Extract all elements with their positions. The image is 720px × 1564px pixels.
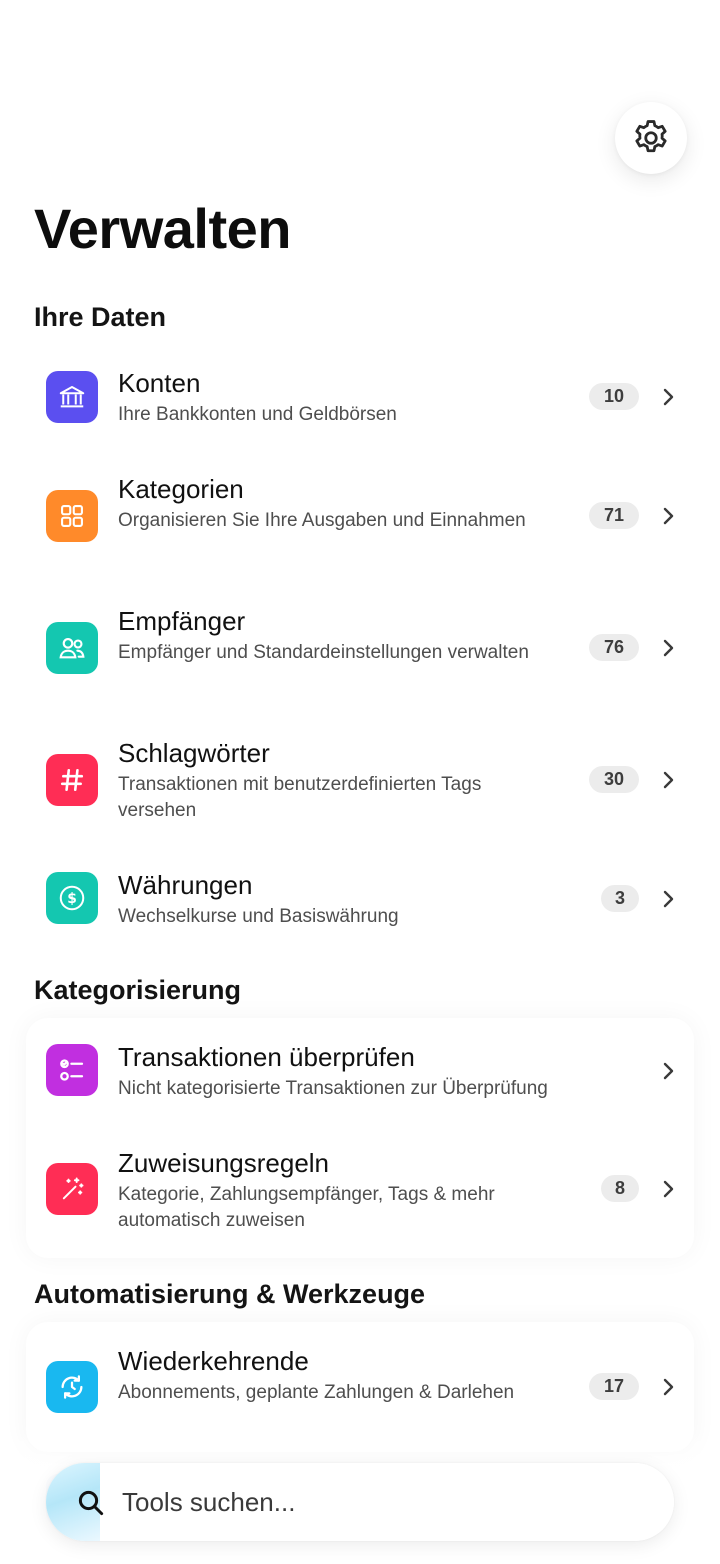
item-description: Nicht kategorisierte Transaktionen zur Ü… <box>118 1078 548 1099</box>
search-input[interactable] <box>122 1483 642 1521</box>
chevron-right-icon <box>658 504 678 528</box>
chevron-right-icon <box>658 1375 678 1399</box>
currency-icon: $ <box>46 872 98 924</box>
count-badge: 76 <box>589 634 639 661</box>
item-description: Wechselkurse und Basiswährung <box>118 906 399 927</box>
item-label: Transaktionen überprüfen <box>118 1042 415 1072</box>
item-label: Währungen <box>118 870 253 900</box>
chevron-right-icon <box>658 768 678 792</box>
item-description: Ihre Bankkonten und Geldbörsen <box>118 404 397 425</box>
list-item-payees[interactable]: Empfänger Empfänger und Standardeinstell… <box>26 582 694 714</box>
list-item-review-transactions[interactable]: Transaktionen überprüfen Nicht kategoris… <box>26 1018 694 1124</box>
settings-button[interactable] <box>615 102 687 174</box>
count-badge: 71 <box>589 502 639 529</box>
item-description: Organisieren Sie Ihre Ausgaben und Einna… <box>118 510 526 531</box>
count-badge: 30 <box>589 766 639 793</box>
count-badge: 17 <box>589 1373 639 1400</box>
item-description: Transaktionen mit benutzerdefinierten Ta… <box>118 774 482 821</box>
item-label: Schlagwörter <box>118 738 270 768</box>
svg-text:$: $ <box>67 891 77 907</box>
people-icon <box>46 622 98 674</box>
chevron-right-icon <box>658 1177 678 1201</box>
count-badge: 8 <box>601 1175 639 1202</box>
gear-icon <box>635 120 667 153</box>
item-label: Kategorien <box>118 474 244 504</box>
grid-icon <box>46 490 98 542</box>
item-description: Abonnements, geplante Zahlungen & Darleh… <box>118 1382 515 1403</box>
item-label: Wiederkehrende <box>118 1346 309 1376</box>
item-description: Kategorie, Zahlungsempfänger, Tags & meh… <box>118 1184 495 1231</box>
checklist-icon <box>46 1044 98 1096</box>
section-title-automation: Automatisierung & Werkzeuge <box>34 1279 426 1309</box>
data-card: Konten Ihre Bankkonten und Geldbörsen 10… <box>26 344 694 956</box>
list-item-currencies[interactable]: $ Währungen Wechselkurse und Basiswährun… <box>26 846 694 956</box>
hashtag-icon <box>46 754 98 806</box>
magic-wand-icon <box>46 1163 98 1215</box>
item-description: Empfänger und Standardeinstellungen verw… <box>118 642 529 663</box>
list-item-accounts[interactable]: Konten Ihre Bankkonten und Geldbörsen 10 <box>26 344 694 450</box>
item-label: Zuweisungsregeln <box>118 1148 330 1178</box>
count-badge: 10 <box>589 383 639 410</box>
recurring-icon <box>46 1361 98 1413</box>
chevron-right-icon <box>658 636 678 660</box>
item-label: Konten <box>118 368 201 398</box>
categorization-card: Transaktionen überprüfen Nicht kategoris… <box>26 1018 694 1258</box>
chevron-right-icon <box>658 385 678 409</box>
chevron-right-icon <box>658 1059 678 1083</box>
section-title-data: Ihre Daten <box>34 302 167 332</box>
chevron-right-icon <box>658 887 678 911</box>
bank-icon <box>46 371 98 423</box>
tool-search-bar[interactable] <box>46 1463 674 1541</box>
item-label: Empfänger <box>118 606 246 636</box>
count-badge: 3 <box>601 885 639 912</box>
list-item-categories[interactable]: Kategorien Organisieren Sie Ihre Ausgabe… <box>26 450 694 582</box>
page-title: Verwalten <box>34 197 291 260</box>
list-item-assignment-rules[interactable]: Zuweisungsregeln Kategorie, Zahlungsempf… <box>26 1124 694 1258</box>
list-item-tags[interactable]: Schlagwörter Transaktionen mit benutzerd… <box>26 714 694 846</box>
section-title-categorization: Kategorisierung <box>34 975 242 1005</box>
search-icon <box>78 1490 104 1516</box>
